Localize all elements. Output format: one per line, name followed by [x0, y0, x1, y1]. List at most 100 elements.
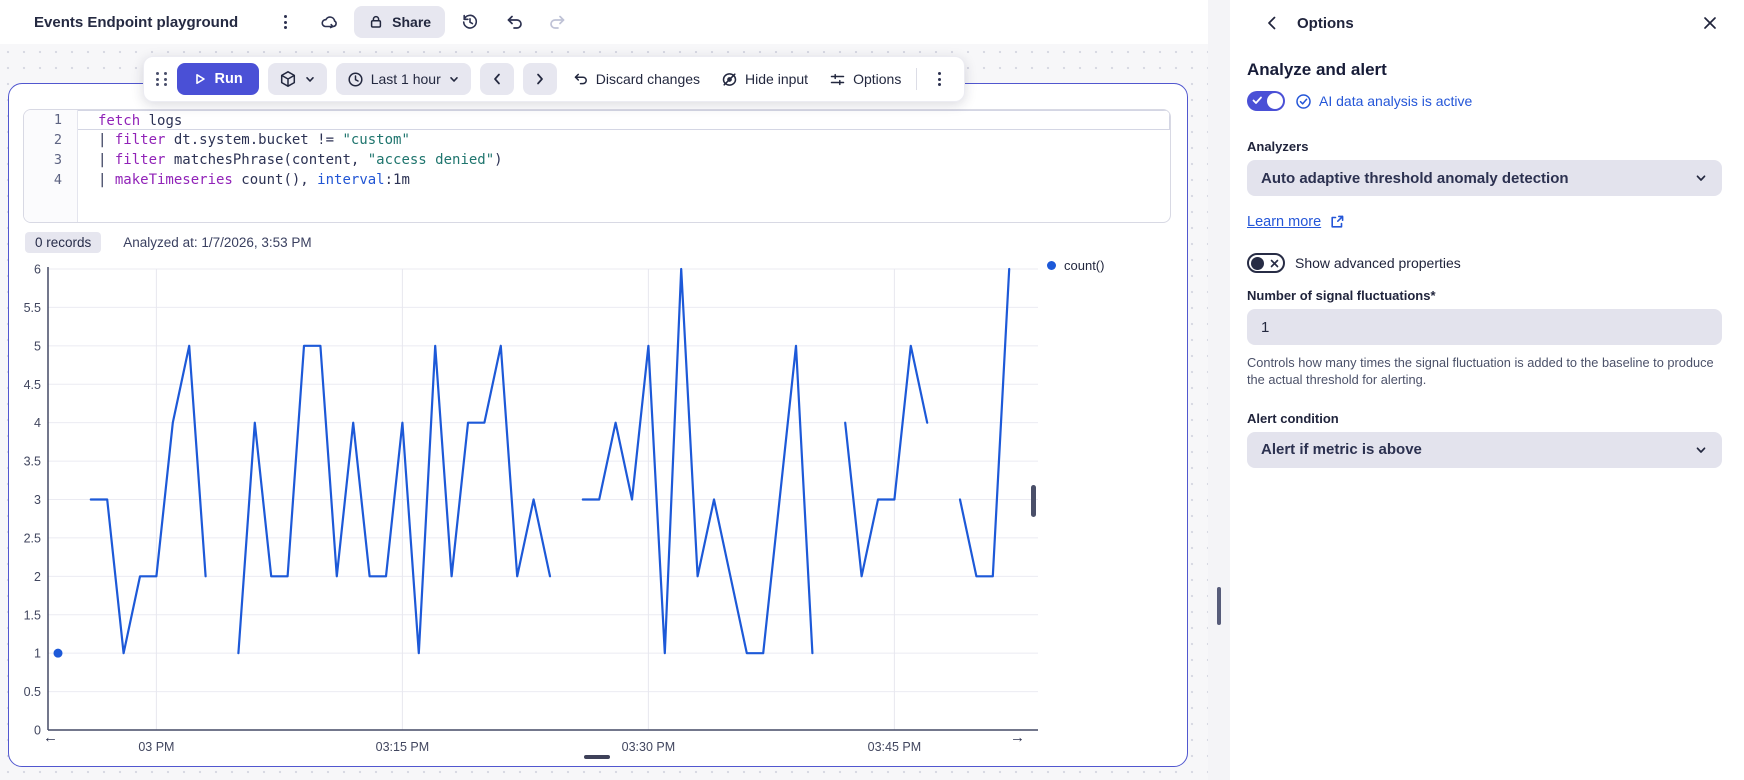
x-icon: [1270, 259, 1279, 268]
panel-resize-handle[interactable]: [1217, 587, 1221, 625]
code-text: | filter matchesPhrase(content, "access …: [98, 152, 503, 168]
svg-text:2: 2: [34, 570, 41, 584]
svg-text:1.5: 1.5: [24, 608, 41, 622]
run-button[interactable]: Run: [176, 63, 259, 95]
share-button[interactable]: Share: [354, 6, 446, 38]
code-line[interactable]: 4 | makeTimeseries count(), interval:1m: [24, 170, 1170, 190]
document-more-menu-button[interactable]: [268, 6, 302, 38]
options-button[interactable]: Options: [823, 63, 907, 95]
code-line[interactable]: 2 | filter dt.system.bucket != "custom": [24, 130, 1170, 150]
svg-text:2.5: 2.5: [24, 531, 41, 545]
options-label: Options: [853, 71, 902, 87]
check-circle-icon: [1296, 93, 1311, 109]
ai-analysis-status-label: AI data analysis is active: [1319, 93, 1473, 109]
analyze-alert-heading: Analyze and alert: [1247, 60, 1387, 79]
chevron-left-icon: [493, 73, 500, 85]
pan-left-arrow[interactable]: ←: [43, 729, 58, 746]
alert-condition-label: Alert condition: [1247, 410, 1339, 426]
discard-undo-icon: [574, 73, 587, 84]
hide-input-button[interactable]: Hide input: [715, 63, 814, 95]
svg-text:4: 4: [34, 416, 41, 430]
page-title: Events Endpoint playground: [34, 13, 239, 31]
advanced-properties-toggle[interactable]: [1247, 253, 1285, 273]
close-icon: [1704, 17, 1716, 29]
pan-right-arrow[interactable]: →: [1010, 729, 1025, 746]
share-label: Share: [392, 14, 432, 30]
panel-back-button[interactable]: [1260, 7, 1284, 39]
svg-text:03:30 PM: 03:30 PM: [622, 740, 676, 754]
svg-text:1: 1: [34, 647, 41, 661]
analyzed-at-text: Analyzed at: 1/7/2026, 3:53 PM: [123, 234, 312, 250]
play-icon: [195, 74, 205, 84]
analyzer-select[interactable]: Auto adaptive threshold anomaly detectio…: [1247, 160, 1722, 196]
svg-text:3.5: 3.5: [24, 455, 41, 469]
redo-button[interactable]: [541, 6, 575, 38]
code-line[interactable]: 1 fetch logs: [24, 110, 1170, 130]
svg-text:5: 5: [34, 339, 41, 353]
discard-changes-button[interactable]: Discard changes: [566, 63, 706, 95]
cloud-sync-icon: [321, 16, 338, 29]
learn-more-link[interactable]: Learn more: [1247, 214, 1345, 230]
ai-analysis-toggle[interactable]: [1247, 91, 1285, 111]
svg-text:0.5: 0.5: [24, 685, 41, 699]
panel-close-button[interactable]: [1698, 7, 1722, 39]
svg-text:03 PM: 03 PM: [138, 740, 174, 754]
history-icon: [462, 14, 478, 29]
panel-resize-gutter[interactable]: [1208, 0, 1230, 780]
legend-label: count(): [1064, 258, 1105, 273]
query-card: 1 fetch logs 2 | filter dt.system.bucket !=…: [8, 83, 1188, 767]
chart-plot: 0 0.5 1 1.5 2 2.5 3 3.5 4 4.5 5 5.5 6 03 PM 03:15 PM 03…: [24, 263, 1038, 754]
run-label: Run: [214, 71, 243, 87]
fluctuations-label: Number of signal fluctuations*: [1247, 288, 1436, 303]
time-range-label: Last 1 hour: [370, 71, 441, 87]
svg-text:03:45 PM: 03:45 PM: [868, 740, 922, 754]
history-button[interactable]: [453, 6, 487, 38]
analyzer-select-value: Auto adaptive threshold anomaly detectio…: [1261, 169, 1569, 187]
options-panel-header: Options: [1230, 0, 1744, 46]
time-shift-back-button[interactable]: [479, 63, 514, 95]
top-header: Events Endpoint playground Share: [0, 0, 1208, 44]
chart-legend[interactable]: count(): [1047, 258, 1104, 273]
advanced-properties-label: Show advanced properties: [1295, 255, 1461, 271]
data-source-button[interactable]: [267, 63, 327, 95]
time-shift-forward-button[interactable]: [522, 63, 557, 95]
check-icon: [1252, 96, 1262, 104]
toolbar-divider: [916, 68, 918, 90]
chevron-down-icon: [1696, 175, 1706, 181]
back-chevron-icon: [1268, 16, 1276, 30]
svg-text:6: 6: [34, 263, 41, 277]
code-text: | makeTimeseries count(), interval:1m: [98, 172, 410, 188]
chart-right-resize-handle[interactable]: [1031, 485, 1036, 517]
clock-icon: [348, 71, 363, 87]
undo-button[interactable]: [497, 6, 531, 38]
svg-text:0: 0: [34, 724, 41, 738]
discard-changes-label: Discard changes: [595, 71, 701, 87]
line-number: 3: [24, 150, 78, 170]
fluctuations-input[interactable]: [1247, 309, 1722, 345]
alert-condition-select[interactable]: Alert if metric is above: [1247, 431, 1722, 468]
results-row: 0 records Analyzed at: 1/7/2026, 3:53 PM: [25, 230, 312, 254]
editor-padding-row: [24, 190, 1170, 222]
hide-input-label: Hide input: [745, 71, 809, 87]
code-line[interactable]: 3 | filter matchesPhrase(content, "access…: [24, 150, 1170, 170]
legend-dot: [1047, 261, 1056, 270]
panel-title: Options: [1297, 14, 1354, 32]
records-count-badge: 0 records: [25, 231, 102, 253]
drag-handle-icon[interactable]: [156, 72, 168, 86]
undo-icon: [507, 15, 522, 29]
svg-text:4.5: 4.5: [24, 378, 41, 392]
analyzers-label: Analyzers: [1247, 139, 1309, 154]
ai-analysis-status[interactable]: AI data analysis is active: [1295, 93, 1472, 110]
cloud-sync-button[interactable]: [312, 6, 346, 38]
dql-editor[interactable]: 1 fetch logs 2 | filter dt.system.bucket !=…: [23, 109, 1171, 223]
chart-bottom-resize-handle[interactable]: [584, 755, 610, 759]
timeseries-chart: count() 0 0.5 1 1.5 2 2.5 3 3.5 4 4.5 5 5.5 6 03 PM 03…: [17, 258, 1181, 763]
eye-slash-icon: [722, 72, 737, 86]
svg-text:03:15 PM: 03:15 PM: [376, 740, 430, 754]
time-range-button[interactable]: Last 1 hour: [335, 63, 471, 95]
main-column: Events Endpoint playground Share Run Las…: [0, 0, 1208, 780]
fluctuations-help-text: Controls how many times the signal fluct…: [1247, 355, 1714, 388]
lock-icon: [371, 15, 382, 28]
options-panel: Options Analyze and alert AI data analys…: [1230, 0, 1744, 780]
toolbar-more-menu-button[interactable]: [926, 63, 952, 95]
